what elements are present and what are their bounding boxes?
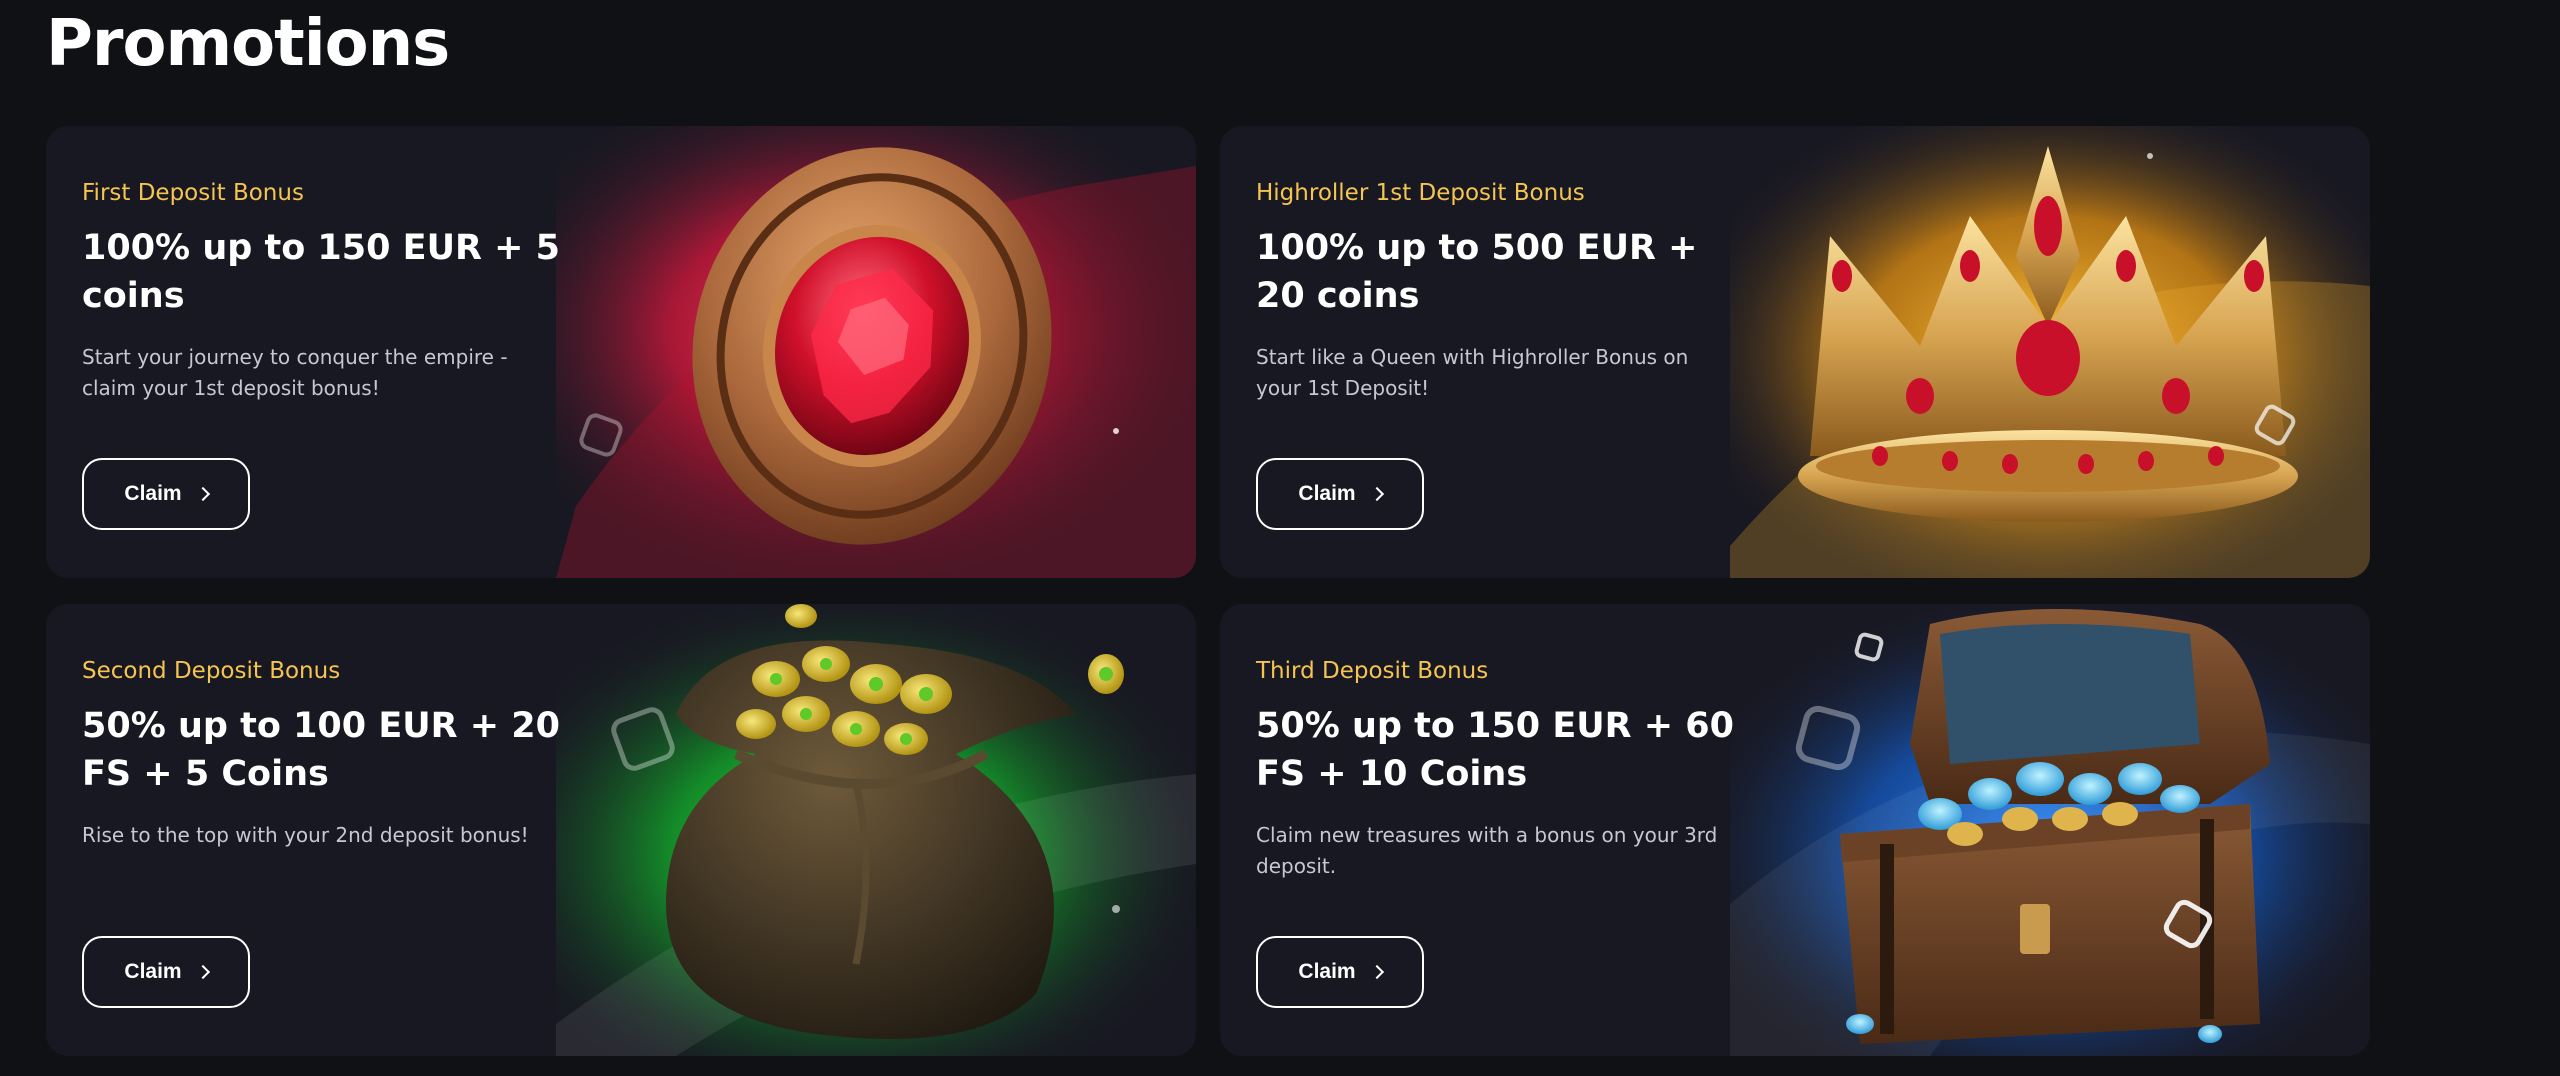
promo-art	[556, 126, 1196, 578]
promo-heading: 50% up to 100 EUR + 20 FS + 5 Coins	[82, 706, 561, 794]
promo-description: Rise to the top with your 2nd deposit bo…	[82, 823, 529, 847]
promo-card-first-deposit: First Deposit Bonus 100% up to 150 EUR +…	[46, 126, 1196, 578]
promotions-grid: First Deposit Bonus 100% up to 150 EUR +…	[46, 126, 2370, 1056]
chevron-right-icon	[195, 486, 210, 502]
promo-description: Start your journey to conquer the empire…	[82, 345, 508, 400]
promo-text: First Deposit Bonus 100% up to 150 EUR +…	[82, 178, 582, 404]
chevron-right-icon	[1369, 486, 1384, 502]
treasure-chest-icon	[1730, 604, 2370, 1056]
promo-label: Second Deposit Bonus	[82, 658, 341, 684]
promo-description: Start like a Queen with Highroller Bonus…	[1256, 345, 1689, 400]
promo-card-highroller: Highroller 1st Deposit Bonus 100% up to …	[1220, 126, 2370, 578]
promo-card-second-deposit: Second Deposit Bonus 50% up to 100 EUR +…	[46, 604, 1196, 1056]
promo-art	[1730, 604, 2370, 1056]
chevron-right-icon	[195, 964, 210, 980]
claim-button[interactable]: Claim	[1256, 936, 1424, 1008]
promo-description: Claim new treasures with a bonus on your…	[1256, 823, 1718, 878]
claim-button-label: Claim	[1298, 960, 1356, 983]
promotions-page: Promotions First Deposit Bonus 100% up t…	[0, 0, 2560, 1076]
claim-button-label: Claim	[124, 482, 182, 505]
coin-bag-icon	[556, 604, 1196, 1056]
promo-art	[556, 604, 1196, 1056]
crown-icon	[1730, 126, 2370, 578]
promo-heading: 50% up to 150 EUR + 60 FS + 10 Coins	[1256, 706, 1735, 794]
page-title: Promotions	[46, 7, 450, 81]
ruby-coin-icon	[556, 126, 1196, 578]
promo-text: Highroller 1st Deposit Bonus 100% up to …	[1256, 178, 1756, 404]
claim-button-label: Claim	[1298, 482, 1356, 505]
claim-button[interactable]: Claim	[82, 458, 250, 530]
promo-text: Second Deposit Bonus 50% up to 100 EUR +…	[82, 656, 582, 851]
promo-art	[1730, 126, 2370, 578]
chevron-right-icon	[1369, 964, 1384, 980]
promo-heading: 100% up to 150 EUR + 5 coins	[82, 228, 561, 316]
claim-button[interactable]: Claim	[1256, 458, 1424, 530]
promo-label: First Deposit Bonus	[82, 180, 304, 206]
claim-button-label: Claim	[124, 960, 182, 983]
promo-card-third-deposit: Third Deposit Bonus 50% up to 150 EUR + …	[1220, 604, 2370, 1056]
promo-label: Third Deposit Bonus	[1256, 658, 1489, 684]
claim-button[interactable]: Claim	[82, 936, 250, 1008]
promo-text: Third Deposit Bonus 50% up to 150 EUR + …	[1256, 656, 1756, 882]
promo-label: Highroller 1st Deposit Bonus	[1256, 180, 1585, 206]
promo-heading: 100% up to 500 EUR + 20 coins	[1256, 228, 1698, 316]
